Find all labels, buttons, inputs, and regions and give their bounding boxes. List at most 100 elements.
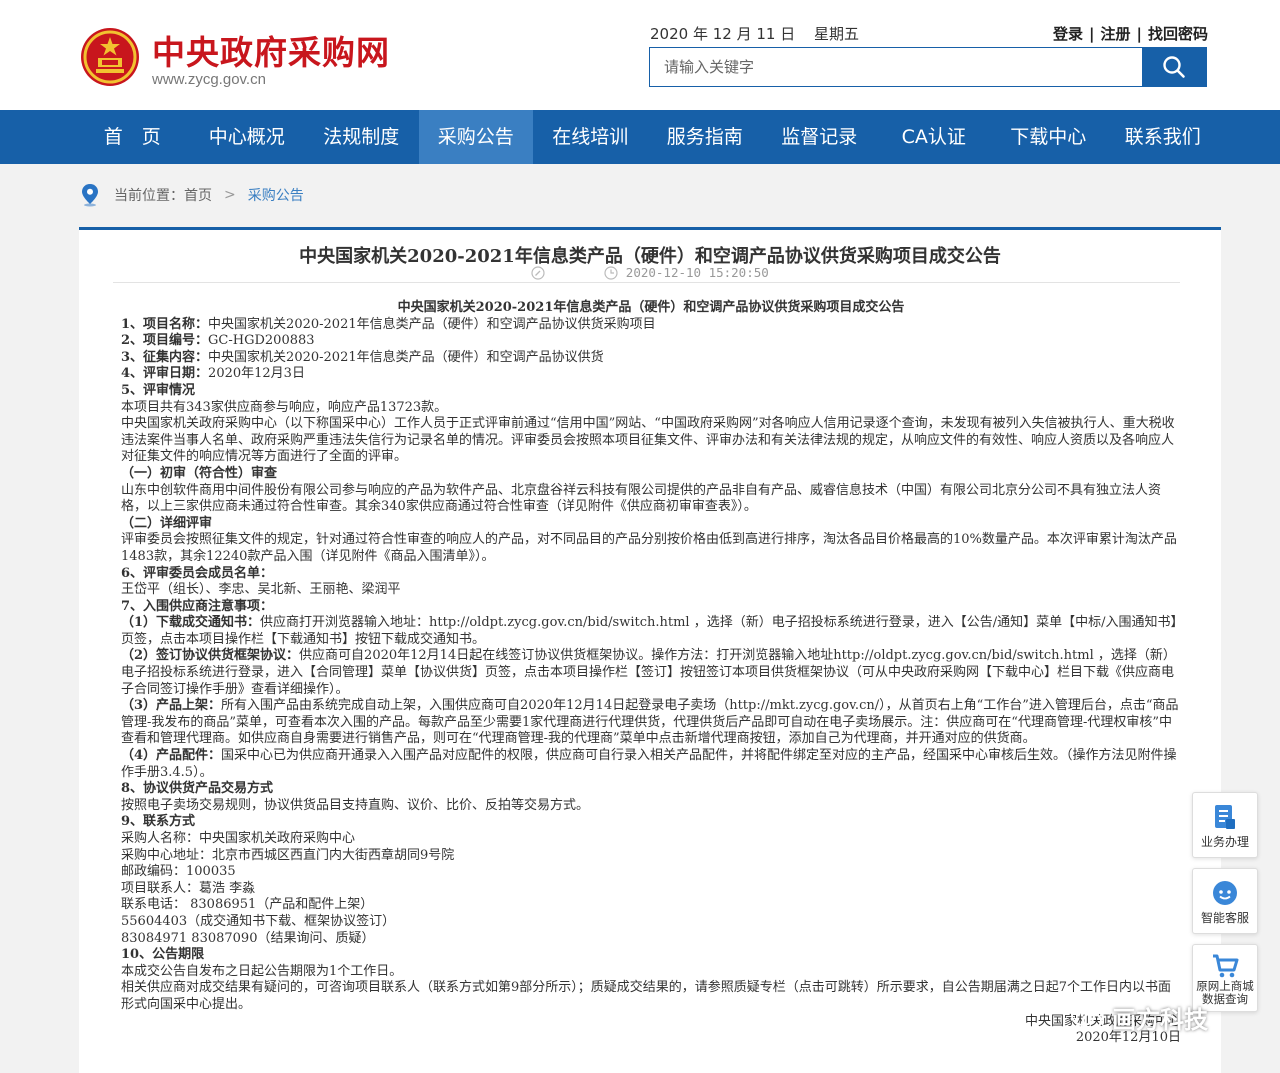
site-url: www.zycg.gov.cn xyxy=(152,71,266,88)
article-paragraph: 10、公告期限 xyxy=(121,947,1181,964)
paragraph-label: 10、公告期限 xyxy=(121,947,205,963)
paragraph-text: 项目联系人：葛浩 李淼 xyxy=(121,880,256,896)
article-paragraph: 王岱平（组长）、李忠、吴北新、王丽艳、梁润平 xyxy=(121,582,1181,599)
nav-training[interactable]: 在线培训 xyxy=(533,110,648,164)
smart-service-label: 智能客服 xyxy=(1200,911,1249,925)
search-box xyxy=(649,47,1207,87)
watermark-text: 画方科技 xyxy=(1112,1006,1208,1034)
business-handling-label: 业务办理 xyxy=(1200,835,1249,849)
article-paragraph: 55604403（成交通知书下载、框架协议签订） xyxy=(121,914,1181,931)
paragraph-label: 4、评审日期： xyxy=(121,366,209,382)
auth-links: 登录 | 注册 | 找回密码 xyxy=(1052,25,1208,43)
paragraph-label: （一）初审（符合性）审查 xyxy=(121,465,278,481)
article-paragraph: 山东中创软件商用中间件股份有限公司参与响应的产品为软件产品、北京盘谷祥云科技有限… xyxy=(121,483,1181,516)
paragraph-text: 采购人名称：中央国家机关政府采购中心 xyxy=(121,831,356,846)
paragraph-text: 评审委员会按照征集文件的规定，针对通过符合性审查的响应人的产品，对不同品目的产品… xyxy=(121,532,1177,564)
article-paragraph: 8、协议供货产品交易方式 xyxy=(121,781,1181,798)
article-panel: 中央国家机关2020-2021年信息类产品（硬件）和空调产品协议供货采购项目成交… xyxy=(79,227,1221,1073)
title-divider xyxy=(113,282,1180,283)
paragraph-text: 本项目共有343家供应商参与响应，响应产品13723款。 xyxy=(121,399,448,415)
paragraph-text: 55604403（成交通知书下载、框架协议签订） xyxy=(121,913,396,929)
site-title[interactable]: 中央政府采购网 xyxy=(152,26,390,74)
article-paragraph: （3）产品上架：所有入围产品由系统完成自动上架，入围供应商可自2020年12月1… xyxy=(121,698,1181,748)
article-paragraph: 采购中心地址：北京市西城区西直门内大街西章胡同9号院 xyxy=(121,848,1181,865)
paragraph-text: 83084971 83087090（结果询问、质疑） xyxy=(121,930,375,946)
signature-date: 2020年12月10日 xyxy=(1075,1030,1181,1046)
article-paragraph: 83084971 83087090（结果询问、质疑） xyxy=(121,931,1181,948)
date-display: 2020 年 12 月 11 日 星期五 xyxy=(650,23,873,44)
nav-service-guide[interactable]: 服务指南 xyxy=(648,110,763,164)
search-button[interactable] xyxy=(1142,48,1206,86)
search-input[interactable] xyxy=(650,48,1142,86)
article-paragraph: 2、项目编号：GC-HGD200883 xyxy=(121,333,1181,350)
paragraph-text: 相关供应商对成交结果有疑问的，可咨询项目联系人（联系方式如第9部分所示）；质疑成… xyxy=(121,980,1172,1012)
paragraph-text: 供应商打开浏览器输入地址：http://oldpt.zycg.gov.cn/bi… xyxy=(121,615,1177,647)
signature: 中央国家机关政府采购中心 xyxy=(1024,1013,1181,1029)
paragraph-text: 中央国家机关政府采购中心（以下称国采中心）工作人员于正式评审前通过“信用中国”网… xyxy=(121,416,1175,465)
nav-procurement-notices[interactable]: 采购公告 xyxy=(418,110,533,164)
nav-about[interactable]: 中心概况 xyxy=(190,110,305,164)
paragraph-text: 王岱平（组长）、李忠、吴北新、王丽艳、梁润平 xyxy=(121,582,401,598)
article-paragraph: 5、评审情况 xyxy=(121,383,1181,400)
article-paragraph: 项目联系人：葛浩 李淼 xyxy=(121,881,1181,898)
location-pin-icon xyxy=(82,184,98,207)
paragraph-text: 中央国家机关2020-2021年信息类产品（硬件）和空调产品协议供货 xyxy=(208,349,604,365)
paragraph-text: 中央国家机关2020-2021年信息类产品（硬件）和空调产品协议供货采购项目 xyxy=(208,316,656,332)
shopping-cart-icon xyxy=(1213,954,1239,978)
article-heading: 中央国家机关2020-2021年信息类产品（硬件）和空调产品协议供货采购项目成交… xyxy=(397,300,905,315)
paragraph-text: 按照电子卖场交易规则，协议供货品目支持直购、议价、比价、反拍等交易方式。 xyxy=(121,797,590,813)
article-paragraph: 邮政编码：100035 xyxy=(121,864,1181,881)
paragraph-text: GC-HGD200883 xyxy=(208,333,315,349)
paragraph-text: 山东中创软件商用中间件股份有限公司参与响应的产品为软件产品、北京盘谷祥云科技有限… xyxy=(121,482,1162,515)
breadcrumb-current[interactable]: 采购公告 xyxy=(248,185,304,205)
wechat-icon xyxy=(1071,1005,1102,1029)
article-paragraph: 评审委员会按照征集文件的规定，针对通过符合性审查的响应人的产品，对不同品目的产品… xyxy=(121,532,1181,565)
weekday-text: 星期五 xyxy=(813,25,859,43)
login-link[interactable]: 登录 xyxy=(1053,25,1083,43)
register-link[interactable]: 注册 xyxy=(1100,25,1130,43)
article-paragraph: 相关供应商对成交结果有疑问的，可咨询项目联系人（联系方式如第9部分所示）；质疑成… xyxy=(121,980,1181,1013)
paragraph-label: （二）详细评审 xyxy=(121,515,213,531)
article-paragraph: 采购人名称：中央国家机关政府采购中心 xyxy=(121,831,1181,848)
nav-contact[interactable]: 联系我们 xyxy=(1106,110,1221,164)
article-paragraph: （1）下载成交通知书：供应商打开浏览器输入地址：http://oldpt.zyc… xyxy=(121,615,1181,648)
nav-supervision[interactable]: 监督记录 xyxy=(762,110,877,164)
business-handling-button[interactable]: 业务办理 xyxy=(1192,792,1258,858)
edit-icon xyxy=(531,266,545,280)
paragraph-label: （1）下载成交通知书： xyxy=(121,615,261,631)
document-icon xyxy=(1215,805,1235,829)
clock-icon xyxy=(604,266,618,280)
article-paragraph: 本成交公告自发布之日起公告期限为1个工作日。 xyxy=(121,964,1181,981)
paragraph-label: 9、联系方式 xyxy=(121,814,196,830)
search-icon xyxy=(1163,56,1185,78)
article-paragraph: （一）初审（符合性）审查 xyxy=(121,466,1181,483)
article-meta: 2020-12-10 15:20:50 xyxy=(79,265,1221,280)
chevron-right-icon: > xyxy=(224,187,236,203)
nav-downloads[interactable]: 下载中心 xyxy=(991,110,1106,164)
article-paragraph: 4、评审日期：2020年12月3日 xyxy=(121,366,1181,383)
nav-home[interactable]: 首 页 xyxy=(75,110,190,164)
article-paragraph: （二）详细评审 xyxy=(121,516,1181,533)
article-paragraph: 7、入围供应商注意事项： xyxy=(121,599,1181,616)
paragraph-label: 2、项目编号： xyxy=(121,333,209,349)
smart-service-button[interactable]: 智能客服 xyxy=(1192,868,1258,934)
paragraph-text: 本成交公告自发布之日起公告期限为1个工作日。 xyxy=(121,963,403,979)
site-header: 中央政府采购网 www.zycg.gov.cn 2020 年 12 月 11 日… xyxy=(0,0,1280,110)
nav-regulations[interactable]: 法规制度 xyxy=(304,110,419,164)
paragraph-label: 6、评审委员会成员名单： xyxy=(121,565,274,581)
article-paragraph: 中央国家机关政府采购中心（以下称国采中心）工作人员于正式评审前通过“信用中国”网… xyxy=(121,416,1181,466)
chat-bot-icon xyxy=(1213,881,1237,905)
article-paragraph: 本项目共有343家供应商参与响应，响应产品13723款。 xyxy=(121,400,1181,417)
paragraph-label: 3、征集内容： xyxy=(121,349,209,365)
article-paragraph: 联系电话： 83086951（产品和配件上架） xyxy=(121,897,1181,914)
paragraph-label: （4）产品配件： xyxy=(121,748,222,764)
find-password-link[interactable]: 找回密码 xyxy=(1148,25,1208,43)
paragraph-text: 采购中心地址：北京市西城区西直门内大街西章胡同9号院 xyxy=(121,847,455,863)
date-text: 2020 年 12 月 11 日 xyxy=(650,25,796,43)
publish-datetime: 2020-12-10 15:20:50 xyxy=(625,265,769,280)
paragraph-label: （2）签订协议供货框架协议： xyxy=(121,648,300,664)
main-nav: 首 页 中心概况 法规制度 采购公告 在线培训 服务指南 监督记录 CA认证 下… xyxy=(0,110,1280,164)
article-paragraph: （2）签订协议供货框架协议：供应商可自2020年12月14日起在线签订协议供货框… xyxy=(121,648,1181,698)
nav-ca[interactable]: CA认证 xyxy=(877,110,992,164)
breadcrumb-label[interactable]: 当前位置：首页 xyxy=(114,185,212,205)
